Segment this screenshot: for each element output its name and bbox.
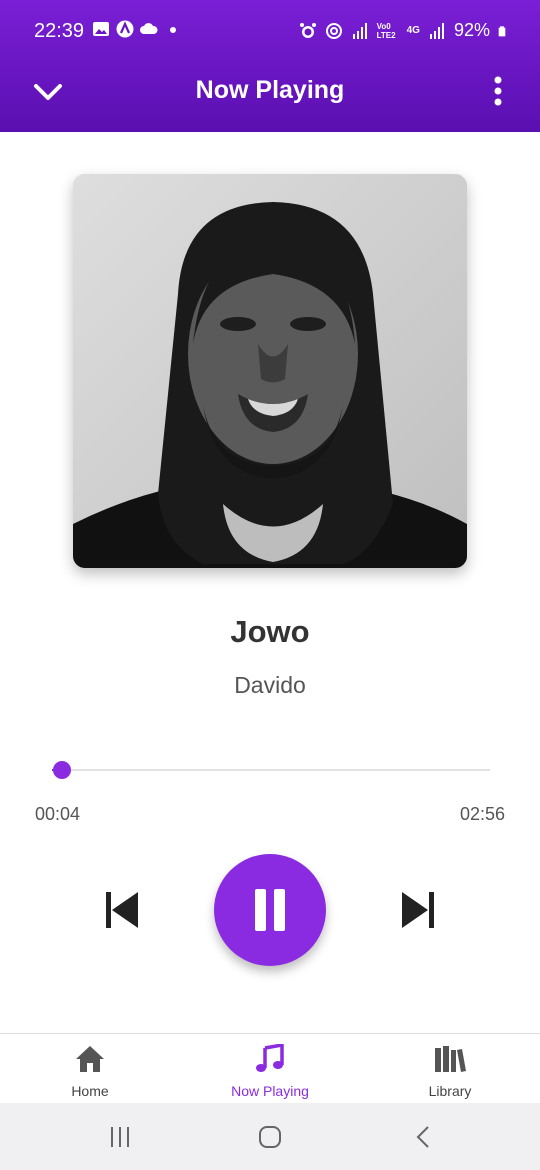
artist-name: Davido — [234, 672, 306, 698]
status-time: 22:39 — [34, 20, 85, 42]
nav-item-library[interactable]: Library — [360, 1044, 540, 1099]
song-title: Jowo — [230, 614, 310, 649]
nav-label-now-playing: Now Playing — [231, 1083, 309, 1099]
alarm-icon — [299, 22, 316, 38]
library-icon — [435, 1046, 466, 1072]
current-time: 00:04 — [35, 804, 81, 824]
hotspot-icon — [325, 22, 342, 39]
duration: 02:56 — [459, 804, 505, 824]
status-bar: 22:39 Vo0 LTE2 4G 92% — [0, 12, 540, 52]
signal-icon — [352, 22, 367, 39]
nav-label-library: Library — [428, 1083, 472, 1099]
battery-icon — [498, 25, 506, 36]
nav-item-now-playing[interactable]: Now Playing — [180, 1042, 360, 1099]
battery-text: 92% — [453, 20, 490, 40]
more-vertical-icon — [494, 76, 502, 106]
page-title: Now Playing — [195, 76, 345, 104]
network-type: 4G — [406, 25, 420, 36]
pause-button[interactable] — [214, 854, 326, 966]
dot-icon — [170, 27, 176, 33]
nav-item-home[interactable]: Home — [0, 1044, 180, 1099]
app-bar: 22:39 Vo0 LTE2 4G 92% Now Playing — [0, 0, 540, 132]
music-note-icon — [256, 1042, 284, 1072]
nav-label-home: Home — [71, 1083, 109, 1099]
skip-next-icon — [402, 892, 434, 928]
pause-icon — [255, 889, 266, 931]
seek-bar-thumb[interactable] — [53, 761, 72, 779]
status-left-icons — [92, 20, 182, 38]
status-right-icons: Vo0 LTE2 4G 92% — [299, 20, 510, 41]
pause-icon-bar — [274, 889, 285, 931]
album-art-image — [73, 174, 467, 568]
more-options-button[interactable] — [486, 74, 510, 110]
next-button[interactable] — [400, 890, 436, 930]
signal-icon — [429, 22, 444, 39]
system-navigation-bar — [0, 1103, 540, 1170]
bottom-navigation: Home Now Playing Library — [0, 1033, 540, 1104]
app-icon — [116, 20, 134, 38]
image-icon — [93, 22, 109, 36]
previous-button[interactable] — [104, 890, 140, 930]
recent-apps-icon[interactable] — [108, 1125, 132, 1149]
home-circle-icon[interactable] — [258, 1125, 282, 1149]
cloud-icon — [140, 23, 158, 34]
skip-previous-icon — [106, 892, 138, 928]
back-icon[interactable] — [412, 1125, 436, 1149]
seek-bar[interactable] — [52, 761, 490, 779]
network-label: Vo0 LTE2 — [376, 21, 396, 40]
home-icon — [76, 1046, 104, 1072]
toolbar: Now Playing — [0, 62, 540, 122]
album-art — [73, 174, 467, 568]
